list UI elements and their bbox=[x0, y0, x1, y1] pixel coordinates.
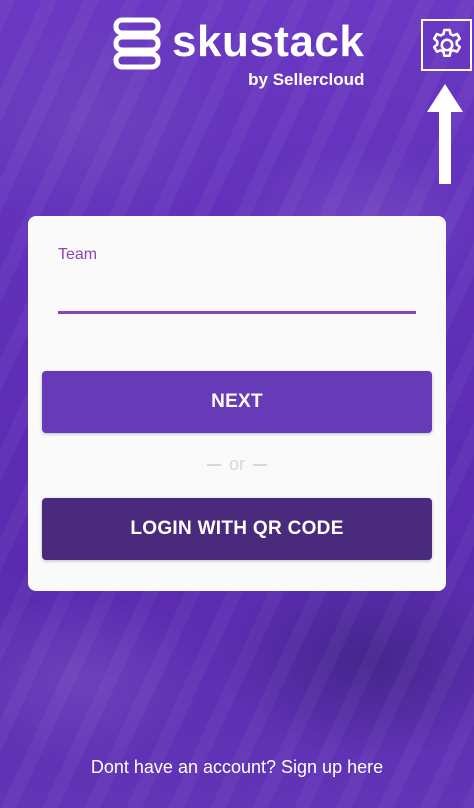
login-with-qr-code-button[interactable]: LOGIN WITH QR CODE bbox=[42, 498, 432, 560]
or-text: or bbox=[228, 454, 245, 474]
brand-name: skustack bbox=[172, 17, 365, 66]
next-button[interactable]: NEXT bbox=[42, 371, 432, 433]
team-input[interactable] bbox=[58, 270, 416, 314]
signup-link[interactable]: Dont have an account? Sign up here bbox=[0, 757, 474, 778]
skustack-logo-icon bbox=[113, 17, 161, 70]
brand-byline: by Sellercloud bbox=[248, 70, 365, 89]
brand-logo: skustack by Sellercloud bbox=[112, 16, 364, 90]
divider-line-left bbox=[206, 463, 221, 466]
divider-line-right bbox=[253, 463, 267, 466]
team-field-label: Team bbox=[58, 246, 98, 263]
or-divider: or bbox=[28, 454, 446, 475]
settings-button[interactable] bbox=[421, 19, 472, 71]
login-card: Team NEXT or LOGIN WITH QR CODE bbox=[28, 216, 446, 591]
arrow-up-icon bbox=[427, 84, 463, 184]
gear-icon bbox=[432, 28, 461, 58]
